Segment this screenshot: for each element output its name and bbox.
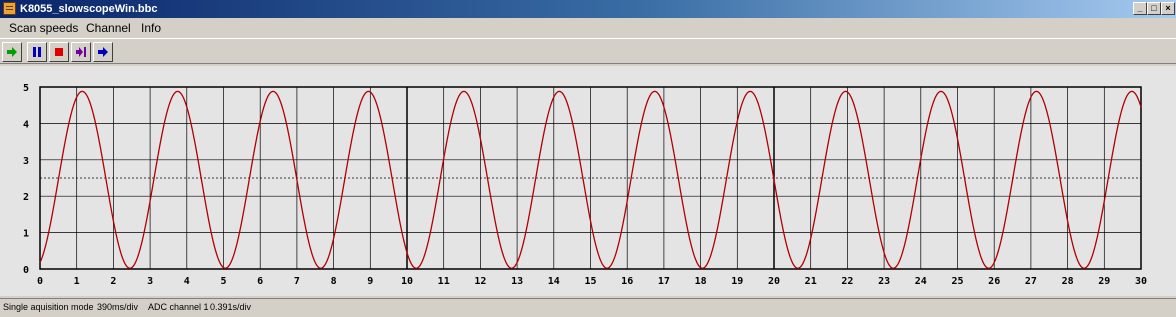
app-icon <box>3 2 16 15</box>
x-tick-label: 13 <box>511 276 523 287</box>
x-tick-label: 4 <box>184 276 190 287</box>
green-arrow-icon <box>7 47 17 57</box>
x-tick-label: 0 <box>37 276 43 287</box>
x-tick-label: 7 <box>294 276 300 287</box>
maximize-button[interactable]: □ <box>1147 2 1161 15</box>
x-tick-label: 27 <box>1025 276 1037 287</box>
x-tick-label: 22 <box>841 276 853 287</box>
step-button[interactable] <box>71 42 91 62</box>
x-tick-label: 26 <box>988 276 1000 287</box>
y-tick-label: 5 <box>23 83 29 94</box>
y-tick-label: 2 <box>23 192 29 203</box>
x-tick-label: 12 <box>474 276 486 287</box>
x-tick-label: 28 <box>1062 276 1074 287</box>
next-button[interactable] <box>93 42 113 62</box>
menu-info[interactable]: Info <box>141 21 161 35</box>
x-tick-label: 21 <box>805 276 817 287</box>
x-tick-label: 11 <box>438 276 450 287</box>
pause-button[interactable] <box>27 42 47 62</box>
y-tick-label: 0 <box>23 265 29 276</box>
menu-channel[interactable]: Channel <box>86 21 131 35</box>
start-button[interactable] <box>2 42 22 62</box>
y-tick-label: 4 <box>23 119 29 130</box>
x-tick-label: 6 <box>257 276 263 287</box>
scope-plot: 0 1 2 3 4 5 6 7 8 9 10 11 12 13 14 15 16 17 18 19 20 21 22 23 24… <box>23 83 1147 287</box>
status-channel: ADC channel 1 <box>148 302 209 312</box>
x-tick-label: 9 <box>367 276 373 287</box>
status-bar: Single aquisition mode 390ms/div ADC cha… <box>0 298 1176 317</box>
scope-display: 0 1 2 3 4 5 6 7 8 9 10 11 12 13 14 15 16 17 18 19 20 21 22 23 24… <box>0 66 1176 296</box>
x-tick-label: 16 <box>621 276 633 287</box>
status-mode: Single aquisition mode <box>3 302 94 312</box>
x-tick-label: 30 <box>1135 276 1147 287</box>
close-button[interactable]: × <box>1161 2 1175 15</box>
y-tick-label: 3 <box>23 156 29 167</box>
x-tick-label: 3 <box>147 276 153 287</box>
x-tick-label: 14 <box>548 276 560 287</box>
status-timebase: 0.391s/div <box>210 302 252 312</box>
menu-scan-speeds[interactable]: Scan speeds <box>9 21 78 35</box>
x-tick-label: 5 <box>220 276 226 287</box>
x-tick-label: 18 <box>695 276 707 287</box>
window-title: K8055_slowscopeWin.bbc <box>20 3 158 15</box>
x-tick-label: 15 <box>584 276 596 287</box>
x-tick-label: 1 <box>74 276 80 287</box>
title-bar: K8055_slowscopeWin.bbc _ □ × <box>0 0 1176 18</box>
x-tick-label: 25 <box>951 276 963 287</box>
x-tick-label: 10 <box>401 276 413 287</box>
x-tick-label: 2 <box>110 276 116 287</box>
stop-icon <box>55 48 63 56</box>
toolbar <box>0 38 1176 64</box>
x-tick-label: 24 <box>915 276 927 287</box>
minimize-button[interactable]: _ <box>1133 2 1147 15</box>
x-tick-label: 23 <box>878 276 890 287</box>
x-tick-label: 20 <box>768 276 780 287</box>
stop-button[interactable] <box>49 42 69 62</box>
x-tick-label: 19 <box>731 276 743 287</box>
status-speed: 390ms/div <box>97 302 139 312</box>
step-forward-icon <box>76 47 86 57</box>
blue-arrow-icon <box>98 47 108 57</box>
y-tick-label: 1 <box>23 229 29 240</box>
x-tick-label: 8 <box>331 276 337 287</box>
pause-icon <box>33 47 41 57</box>
x-tick-label: 17 <box>658 276 670 287</box>
menu-bar: Scan speeds Channel Info <box>0 18 1176 38</box>
x-tick-label: 29 <box>1098 276 1110 287</box>
